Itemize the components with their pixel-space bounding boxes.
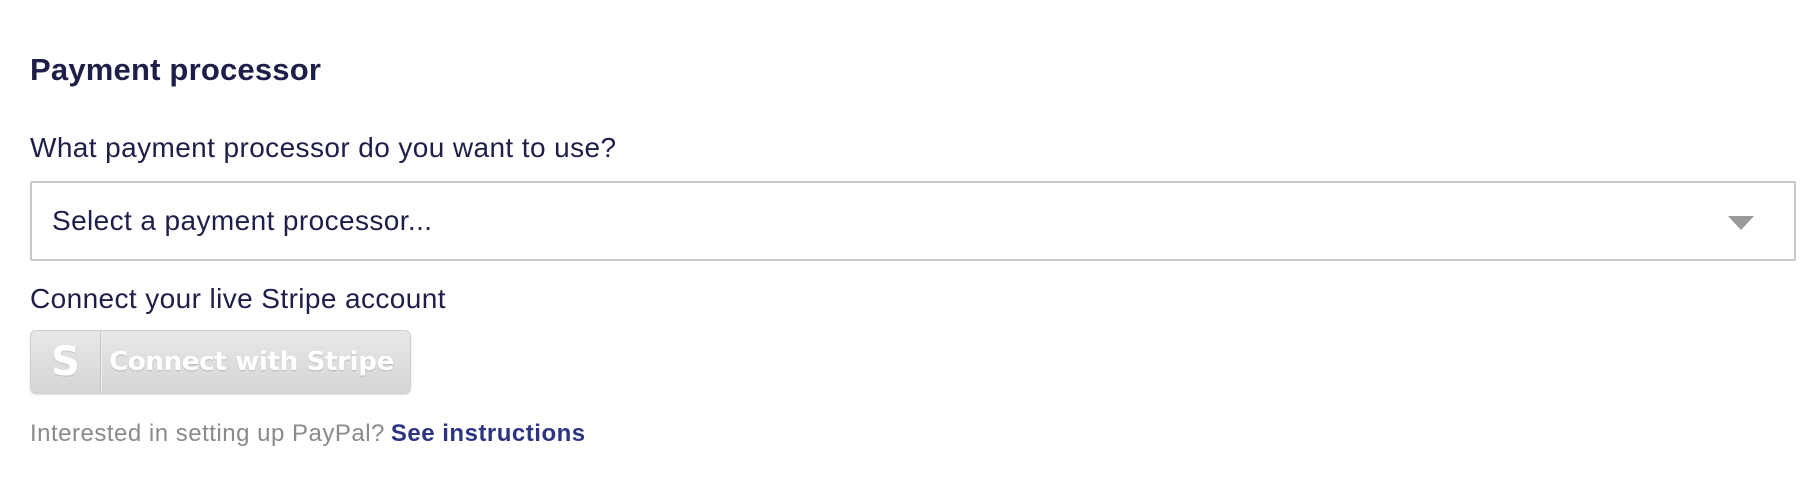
payment-processor-select[interactable]: Select a payment processor... bbox=[30, 181, 1796, 261]
payment-processor-section: Payment processor What payment processor… bbox=[30, 0, 1796, 480]
connect-with-stripe-button[interactable]: S Connect with Stripe bbox=[30, 330, 411, 394]
stripe-icon-letter: S bbox=[51, 339, 80, 385]
stripe-button-label: Connect with Stripe bbox=[109, 347, 394, 377]
section-title: Payment processor bbox=[30, 52, 322, 87]
connect-stripe-label: Connect your live Stripe account bbox=[30, 283, 446, 314]
caret-down-icon bbox=[1728, 216, 1754, 230]
select-value: Select a payment processor... bbox=[52, 205, 433, 236]
paypal-hint-text: Interested in setting up PayPal? bbox=[30, 420, 385, 447]
processor-field-label: What payment processor do you want to us… bbox=[30, 132, 617, 163]
stripe-s-icon: S bbox=[31, 331, 101, 393]
paypal-hint: Interested in setting up PayPal? See inst… bbox=[30, 420, 586, 448]
see-instructions-link[interactable]: See instructions bbox=[391, 420, 586, 447]
